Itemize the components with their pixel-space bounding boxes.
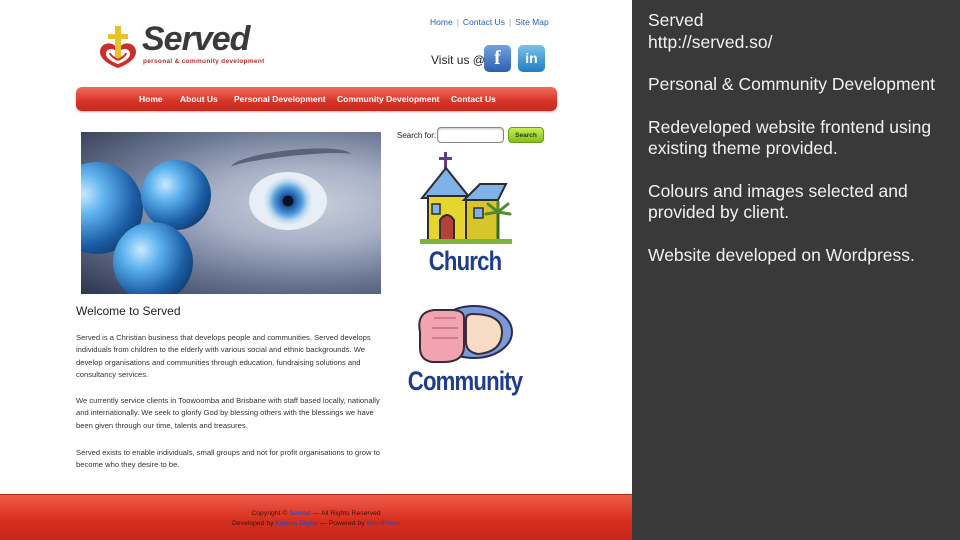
hero-image-eye-globes (81, 132, 381, 294)
logo-tagline: personal & community development (143, 58, 265, 65)
welcome-heading: Welcome to Served (76, 304, 181, 318)
globe-icon (141, 160, 211, 230)
nav-about-us[interactable]: About Us (180, 94, 218, 104)
church-label[interactable]: Church (416, 246, 514, 277)
purpose-paragraph: Served exists to enable individuals, sma… (76, 448, 380, 470)
panel-text-line: Redeveloped website frontend using (648, 116, 932, 137)
powered-prefix: — Powered by (320, 520, 365, 527)
footer-credits: Developed by Kinesis Digital — Powered b… (0, 520, 632, 527)
top-link-site-map[interactable]: Site Map (515, 17, 549, 27)
facebook-icon[interactable]: f (484, 45, 511, 72)
eye-shape (249, 172, 327, 230)
panel-title: Served (648, 10, 704, 30)
served-logo[interactable]: Served personal & community development (96, 20, 266, 70)
globe-icon (113, 222, 193, 294)
visit-us-label: Visit us @ (431, 53, 485, 67)
panel-text-line: existing theme provided. (648, 138, 838, 158)
panel-text-line: Website developed on Wordpress. (648, 244, 915, 265)
panel-spacer (648, 224, 944, 245)
panel-spacer (648, 160, 944, 181)
footer-link-kinesis-digital[interactable]: Kinesis Digital (275, 520, 318, 527)
search-label: Search for: (397, 131, 437, 140)
panel-spacer (648, 53, 944, 74)
website-screenshot: Served personal & community development … (0, 0, 632, 540)
footer-link-served[interactable]: Served (289, 510, 311, 517)
logo-wordmark: Served (142, 20, 250, 58)
church-icon[interactable] (418, 150, 514, 246)
panel-spacer (648, 96, 944, 117)
main-nav: Home About Us Personal Development Commu… (76, 87, 557, 111)
nav-home[interactable]: Home (139, 94, 163, 104)
footer-link-wordpress[interactable]: WordPress (367, 520, 401, 527)
linkedin-icon[interactable]: in (518, 45, 545, 72)
footer: Copyright © Served — All Rights Reserved… (0, 494, 632, 540)
panel-subtitle: Personal & Community Development (648, 74, 935, 94)
project-description-panel: Served http://served.so/ Personal & Comm… (632, 0, 960, 540)
copyright-prefix: Copyright © (251, 510, 288, 517)
footer-copyright: Copyright © Served — All Rights Reserved (0, 510, 632, 517)
divider: | (456, 17, 459, 27)
hands-icon[interactable] (412, 302, 516, 368)
top-link-home[interactable]: Home (430, 17, 453, 27)
community-label[interactable]: Community (404, 366, 527, 397)
top-links: Home | Contact Us | Site Map (430, 17, 549, 27)
intro-paragraph: Served is a Christian business that deve… (76, 333, 371, 380)
service-paragraph: We currently service clients in Toowoomb… (76, 396, 380, 430)
nav-contact-us[interactable]: Contact Us (451, 94, 496, 104)
copyright-suffix: — All Rights Reserved (312, 510, 381, 517)
panel-text-line: provided by client. (648, 202, 790, 222)
search-button[interactable]: Search (508, 127, 544, 143)
panel-url: http://served.so/ (648, 31, 773, 52)
nav-personal-development[interactable]: Personal Development (234, 94, 326, 104)
nav-community-development[interactable]: Community Development (337, 94, 440, 104)
panel-text-line: Colours and images selected and (648, 180, 908, 201)
search-input[interactable] (437, 127, 504, 143)
divider: | (508, 17, 512, 27)
developed-prefix: Developed by (231, 520, 274, 527)
top-link-contact-us[interactable]: Contact Us (463, 17, 505, 27)
cross-heart-logo-icon (100, 26, 136, 68)
